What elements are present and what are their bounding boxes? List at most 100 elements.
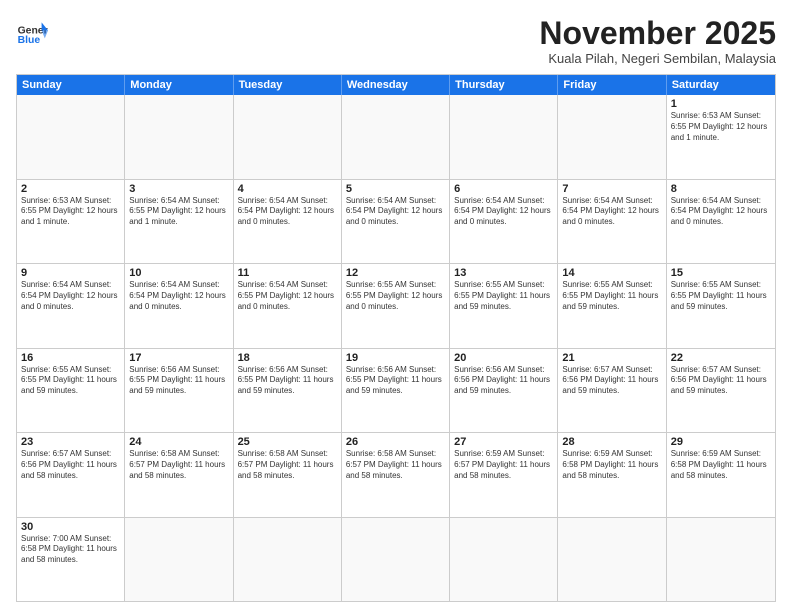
location: Kuala Pilah, Negeri Sembilan, Malaysia (539, 51, 776, 66)
cal-cell (234, 95, 342, 178)
cell-info: Sunrise: 6:55 AM Sunset: 6:55 PM Dayligh… (671, 280, 771, 312)
day-number: 28 (562, 436, 661, 448)
cell-info: Sunrise: 6:59 AM Sunset: 6:58 PM Dayligh… (562, 449, 661, 481)
cal-cell: 14Sunrise: 6:55 AM Sunset: 6:55 PM Dayli… (558, 264, 666, 347)
cal-cell (667, 518, 775, 601)
cal-cell: 27Sunrise: 6:59 AM Sunset: 6:57 PM Dayli… (450, 433, 558, 516)
cal-cell: 12Sunrise: 6:55 AM Sunset: 6:55 PM Dayli… (342, 264, 450, 347)
cell-info: Sunrise: 6:53 AM Sunset: 6:55 PM Dayligh… (671, 111, 771, 143)
cell-info: Sunrise: 6:54 AM Sunset: 6:54 PM Dayligh… (21, 280, 120, 312)
cal-cell: 4Sunrise: 6:54 AM Sunset: 6:54 PM Daylig… (234, 180, 342, 263)
cell-info: Sunrise: 6:56 AM Sunset: 6:55 PM Dayligh… (238, 365, 337, 397)
cell-info: Sunrise: 6:55 AM Sunset: 6:55 PM Dayligh… (454, 280, 553, 312)
cell-info: Sunrise: 6:55 AM Sunset: 6:55 PM Dayligh… (21, 365, 120, 397)
cal-cell: 10Sunrise: 6:54 AM Sunset: 6:54 PM Dayli… (125, 264, 233, 347)
cell-info: Sunrise: 6:55 AM Sunset: 6:55 PM Dayligh… (346, 280, 445, 312)
header-friday: Friday (558, 75, 666, 95)
cell-info: Sunrise: 6:54 AM Sunset: 6:54 PM Dayligh… (129, 280, 228, 312)
day-number: 3 (129, 183, 228, 195)
cal-cell: 2Sunrise: 6:53 AM Sunset: 6:55 PM Daylig… (17, 180, 125, 263)
cal-row-2: 2Sunrise: 6:53 AM Sunset: 6:55 PM Daylig… (17, 180, 775, 264)
cell-info: Sunrise: 6:58 AM Sunset: 6:57 PM Dayligh… (346, 449, 445, 481)
cal-cell: 26Sunrise: 6:58 AM Sunset: 6:57 PM Dayli… (342, 433, 450, 516)
day-number: 13 (454, 267, 553, 279)
day-number: 11 (238, 267, 337, 279)
logo: General Blue (16, 16, 48, 48)
day-number: 21 (562, 352, 661, 364)
day-number: 17 (129, 352, 228, 364)
cal-cell (125, 95, 233, 178)
month-title: November 2025 (539, 16, 776, 51)
cal-cell (450, 518, 558, 601)
cal-cell: 7Sunrise: 6:54 AM Sunset: 6:54 PM Daylig… (558, 180, 666, 263)
day-number: 4 (238, 183, 337, 195)
day-number: 23 (21, 436, 120, 448)
cell-info: Sunrise: 6:54 AM Sunset: 6:54 PM Dayligh… (671, 196, 771, 228)
day-number: 9 (21, 267, 120, 279)
cal-cell: 28Sunrise: 6:59 AM Sunset: 6:58 PM Dayli… (558, 433, 666, 516)
cell-info: Sunrise: 6:58 AM Sunset: 6:57 PM Dayligh… (129, 449, 228, 481)
cal-row-6: 30Sunrise: 7:00 AM Sunset: 6:58 PM Dayli… (17, 518, 775, 601)
cal-cell: 11Sunrise: 6:54 AM Sunset: 6:55 PM Dayli… (234, 264, 342, 347)
cal-cell: 18Sunrise: 6:56 AM Sunset: 6:55 PM Dayli… (234, 349, 342, 432)
cal-row-1: 1Sunrise: 6:53 AM Sunset: 6:55 PM Daylig… (17, 95, 775, 179)
cell-info: Sunrise: 6:55 AM Sunset: 6:55 PM Dayligh… (562, 280, 661, 312)
cell-info: Sunrise: 6:54 AM Sunset: 6:54 PM Dayligh… (238, 196, 337, 228)
day-number: 12 (346, 267, 445, 279)
header-thursday: Thursday (450, 75, 558, 95)
header-sunday: Sunday (17, 75, 125, 95)
header-monday: Monday (125, 75, 233, 95)
calendar: Sunday Monday Tuesday Wednesday Thursday… (16, 74, 776, 602)
day-number: 27 (454, 436, 553, 448)
header-saturday: Saturday (667, 75, 775, 95)
cell-info: Sunrise: 6:54 AM Sunset: 6:55 PM Dayligh… (129, 196, 228, 228)
cell-info: Sunrise: 6:53 AM Sunset: 6:55 PM Dayligh… (21, 196, 120, 228)
day-number: 30 (21, 521, 120, 533)
cal-cell: 8Sunrise: 6:54 AM Sunset: 6:54 PM Daylig… (667, 180, 775, 263)
logo-icon: General Blue (16, 16, 48, 48)
cell-info: Sunrise: 6:54 AM Sunset: 6:55 PM Dayligh… (238, 280, 337, 312)
cal-cell (342, 95, 450, 178)
cal-cell: 29Sunrise: 6:59 AM Sunset: 6:58 PM Dayli… (667, 433, 775, 516)
day-number: 29 (671, 436, 771, 448)
cell-info: Sunrise: 7:00 AM Sunset: 6:58 PM Dayligh… (21, 534, 120, 566)
day-number: 5 (346, 183, 445, 195)
cal-cell: 9Sunrise: 6:54 AM Sunset: 6:54 PM Daylig… (17, 264, 125, 347)
day-number: 16 (21, 352, 120, 364)
header: General Blue November 2025 Kuala Pilah, … (16, 16, 776, 66)
cell-info: Sunrise: 6:54 AM Sunset: 6:54 PM Dayligh… (454, 196, 553, 228)
cal-cell: 21Sunrise: 6:57 AM Sunset: 6:56 PM Dayli… (558, 349, 666, 432)
cell-info: Sunrise: 6:57 AM Sunset: 6:56 PM Dayligh… (21, 449, 120, 481)
page: General Blue November 2025 Kuala Pilah, … (0, 0, 792, 612)
cal-cell: 30Sunrise: 7:00 AM Sunset: 6:58 PM Dayli… (17, 518, 125, 601)
cal-cell (450, 95, 558, 178)
cal-cell (125, 518, 233, 601)
svg-text:Blue: Blue (18, 35, 41, 46)
cal-cell: 16Sunrise: 6:55 AM Sunset: 6:55 PM Dayli… (17, 349, 125, 432)
cal-cell: 17Sunrise: 6:56 AM Sunset: 6:55 PM Dayli… (125, 349, 233, 432)
cal-cell: 3Sunrise: 6:54 AM Sunset: 6:55 PM Daylig… (125, 180, 233, 263)
day-number: 19 (346, 352, 445, 364)
day-number: 10 (129, 267, 228, 279)
cell-info: Sunrise: 6:59 AM Sunset: 6:58 PM Dayligh… (671, 449, 771, 481)
day-number: 24 (129, 436, 228, 448)
cal-row-5: 23Sunrise: 6:57 AM Sunset: 6:56 PM Dayli… (17, 433, 775, 517)
day-number: 25 (238, 436, 337, 448)
day-number: 22 (671, 352, 771, 364)
header-tuesday: Tuesday (234, 75, 342, 95)
day-number: 14 (562, 267, 661, 279)
cal-cell: 22Sunrise: 6:57 AM Sunset: 6:56 PM Dayli… (667, 349, 775, 432)
day-number: 6 (454, 183, 553, 195)
cal-cell: 13Sunrise: 6:55 AM Sunset: 6:55 PM Dayli… (450, 264, 558, 347)
cal-cell (342, 518, 450, 601)
cal-cell: 24Sunrise: 6:58 AM Sunset: 6:57 PM Dayli… (125, 433, 233, 516)
cal-row-4: 16Sunrise: 6:55 AM Sunset: 6:55 PM Dayli… (17, 349, 775, 433)
cal-cell: 1Sunrise: 6:53 AM Sunset: 6:55 PM Daylig… (667, 95, 775, 178)
cell-info: Sunrise: 6:56 AM Sunset: 6:56 PM Dayligh… (454, 365, 553, 397)
day-number: 26 (346, 436, 445, 448)
cell-info: Sunrise: 6:58 AM Sunset: 6:57 PM Dayligh… (238, 449, 337, 481)
cal-cell: 15Sunrise: 6:55 AM Sunset: 6:55 PM Dayli… (667, 264, 775, 347)
day-number: 7 (562, 183, 661, 195)
cell-info: Sunrise: 6:54 AM Sunset: 6:54 PM Dayligh… (562, 196, 661, 228)
cal-cell: 5Sunrise: 6:54 AM Sunset: 6:54 PM Daylig… (342, 180, 450, 263)
